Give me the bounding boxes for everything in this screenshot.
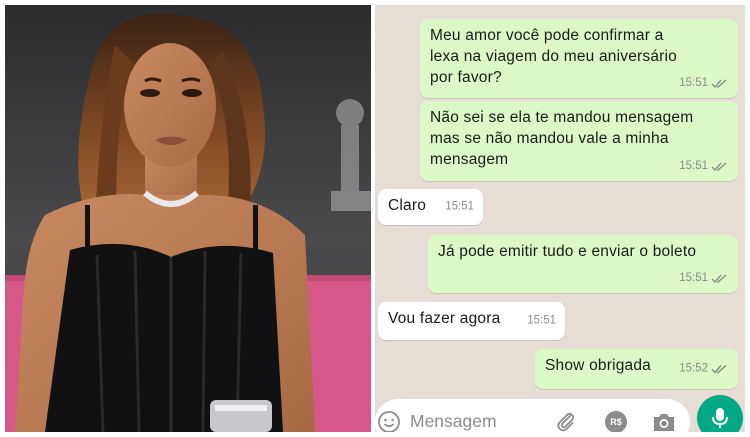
double-check-icon [711, 273, 727, 283]
paperclip-icon[interactable] [555, 410, 577, 432]
message-meta: 15:51 [679, 73, 728, 94]
message-time: 15:51 [527, 314, 556, 327]
message-meta: 15:51 [445, 197, 474, 218]
message-bubble-incoming[interactable]: Claro 15:51 [378, 189, 483, 225]
microphone-icon [712, 408, 728, 428]
message-time: 15:51 [445, 200, 474, 213]
currency-icon[interactable]: R$ [605, 411, 627, 432]
message-line: Não sei se ela te mandou mensagem [430, 109, 694, 126]
camera-icon[interactable] [652, 411, 676, 432]
emoji-icon[interactable] [377, 410, 401, 432]
double-check-icon [711, 78, 727, 88]
message-time: 15:51 [679, 77, 708, 89]
message-meta: 15:51 [679, 156, 728, 177]
message-bubble-outgoing[interactable]: Não sei se ela te mandou mensagem mas se… [420, 101, 738, 181]
message-meta: 15:51 [679, 268, 728, 289]
message-meta: 15:52 [679, 359, 728, 380]
photo-panel [5, 5, 371, 432]
message-text: Já pode emitir tudo e enviar o boleto [438, 241, 728, 262]
message-line: mas se não mandou vale a minha [430, 130, 669, 147]
message-time: 15:51 [679, 160, 708, 172]
message-bubble-outgoing[interactable]: Show obrigada 15:52 [535, 349, 738, 389]
chat-panel: Meu amor você pode confirmar a lexa na v… [375, 5, 745, 432]
message-input[interactable]: Mensagem [410, 411, 497, 432]
message-time: 15:51 [679, 272, 708, 284]
message-line: lexa na viagem do meu aniversário [430, 48, 677, 65]
message-time: 15:52 [679, 362, 708, 375]
microphone-button[interactable] [697, 395, 743, 432]
message-meta: 15:51 [527, 311, 556, 332]
message-line: Já pode emitir tudo e enviar o boleto [438, 243, 697, 260]
message-bubble-incoming[interactable]: Vou fazer agora 15:51 [378, 302, 565, 340]
double-check-icon [711, 364, 727, 374]
woman-photo [5, 5, 371, 432]
message-input-bar: Mensagem R$ [375, 399, 690, 432]
message-line: Meu amor você pode confirmar a [430, 27, 664, 44]
message-bubble-outgoing[interactable]: Já pode emitir tudo e enviar o boleto 15… [428, 235, 738, 293]
message-bubble-outgoing[interactable]: Meu amor você pode confirmar a lexa na v… [420, 19, 738, 98]
double-check-icon [711, 161, 727, 171]
